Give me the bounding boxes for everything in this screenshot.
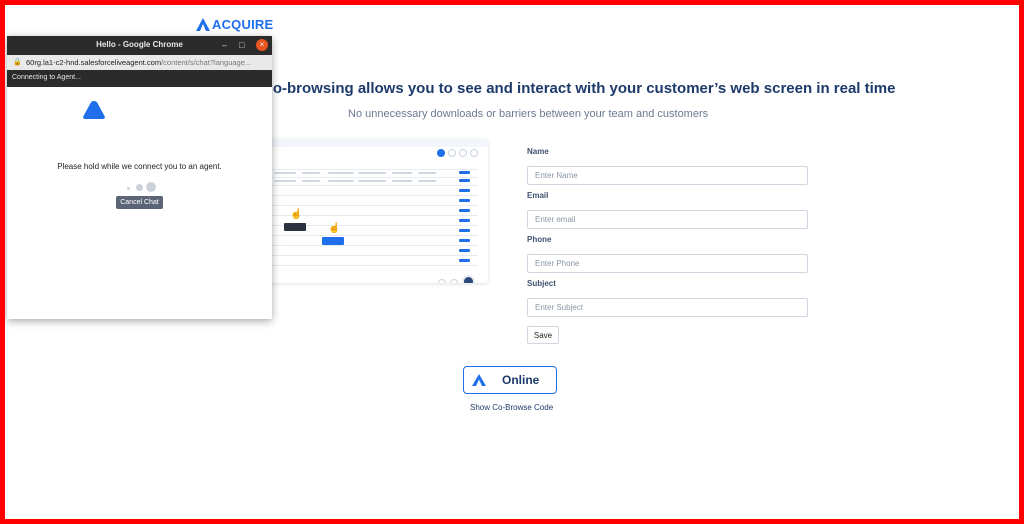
illustration-action-pill <box>459 189 470 192</box>
loading-dot <box>127 187 130 190</box>
contact-form: Name Email Phone Subject <box>527 147 808 323</box>
acquire-logo-icon <box>196 18 210 31</box>
illustration-row <box>272 265 478 266</box>
illustration-customer-tag <box>284 223 306 231</box>
popup-titlebar: Hello - Google Chrome – □ × <box>7 36 272 55</box>
hold-message: Please hold while we connect you to an a… <box>57 162 222 171</box>
acquire-chat-logo-icon <box>83 101 105 119</box>
name-input[interactable] <box>527 166 808 185</box>
illustration-row <box>272 177 478 178</box>
popup-title: Hello - Google Chrome <box>96 40 183 49</box>
connection-status-bar: Connecting to Agent... <box>7 70 272 87</box>
phone-input[interactable] <box>527 254 808 273</box>
illustration-cell <box>302 180 320 182</box>
url-host: 60rg.la1-c2-hnd.salesforceliveagent.com <box>26 58 162 67</box>
illustration-header <box>262 139 488 147</box>
cancel-chat-button[interactable]: Cancel Chat <box>116 196 163 209</box>
close-button[interactable]: × <box>256 39 268 51</box>
illustration-tool-icon <box>437 149 445 157</box>
illustration-agent-tag <box>322 237 344 245</box>
cobrowse-illustration: ☝ ☝ <box>262 139 488 283</box>
illustration-avatar <box>462 275 475 283</box>
illustration-check-icon <box>448 149 456 157</box>
illustration-x-icon <box>459 149 467 157</box>
name-label: Name <box>527 147 549 156</box>
email-input[interactable] <box>527 210 808 229</box>
illustration-row <box>272 195 478 196</box>
illustration-row <box>272 205 478 206</box>
subject-label: Subject <box>527 279 556 288</box>
illustration-action-pill <box>459 219 470 222</box>
illustration-cell <box>328 172 354 174</box>
illustration-action-pill <box>459 259 470 262</box>
page-subheadline: No unnecessary downloads or barriers bet… <box>348 108 709 120</box>
illustration-row <box>272 255 478 256</box>
illustration-cell <box>392 172 412 174</box>
illustration-plus-icon <box>438 279 446 283</box>
illustration-action-pill <box>459 229 470 232</box>
illustration-row <box>272 245 478 246</box>
minimize-button[interactable]: – <box>222 39 227 51</box>
illustration-action-pill <box>459 199 470 202</box>
illustration-text-icon <box>470 149 478 157</box>
illustration-cell <box>302 172 320 174</box>
maximize-button[interactable]: □ <box>239 39 244 51</box>
illustration-action-pill <box>459 179 470 182</box>
illustration-cell <box>392 180 412 182</box>
illustration-cell <box>358 172 386 174</box>
illustration-row <box>272 235 478 236</box>
connection-status-text: Connecting to Agent... <box>12 74 81 81</box>
url-path: /content/s/chat?language... <box>161 58 252 67</box>
phone-label: Phone <box>527 235 552 244</box>
show-cobrowse-code-link[interactable]: Show Co-Browse Code <box>470 403 553 412</box>
page-headline: Co-browsing allows you to see and intera… <box>262 80 896 97</box>
customer-cursor-icon: ☝ <box>290 209 303 220</box>
illustration-cell <box>418 172 436 174</box>
illustration-row <box>272 185 478 186</box>
subject-input[interactable] <box>527 298 808 317</box>
illustration-cell <box>418 180 436 182</box>
illustration-action-pill <box>459 239 470 242</box>
agent-cursor-icon: ☝ <box>328 223 341 234</box>
illustration-cell <box>274 180 296 182</box>
logo-text: ACQUIRE <box>212 17 274 32</box>
online-button[interactable]: Online <box>463 366 557 394</box>
acquire-online-icon <box>472 374 486 386</box>
save-button[interactable]: Save <box>527 326 559 344</box>
illustration-cell <box>274 172 296 174</box>
illustration-row <box>272 215 478 216</box>
loading-dot <box>146 182 156 192</box>
illustration-action-pill <box>459 171 470 174</box>
illustration-minus-icon <box>450 279 458 283</box>
online-button-label: Online <box>502 373 540 387</box>
loading-dot <box>136 184 143 191</box>
illustration-cell <box>358 180 386 182</box>
lock-icon: 🔒 <box>13 59 22 66</box>
chat-popup-window: Hello - Google Chrome – □ × 🔒 60rg.la1-c… <box>7 36 272 319</box>
email-label: Email <box>527 191 549 200</box>
acquire-logo: ACQUIRE <box>196 17 273 32</box>
illustration-action-pill <box>459 249 470 252</box>
illustration-row <box>272 169 478 170</box>
popup-url-bar[interactable]: 🔒 60rg.la1-c2-hnd.salesforceliveagent.co… <box>7 55 272 70</box>
illustration-action-pill <box>459 209 470 212</box>
illustration-cell <box>328 180 354 182</box>
popup-url: 60rg.la1-c2-hnd.salesforceliveagent.com/… <box>26 58 268 67</box>
